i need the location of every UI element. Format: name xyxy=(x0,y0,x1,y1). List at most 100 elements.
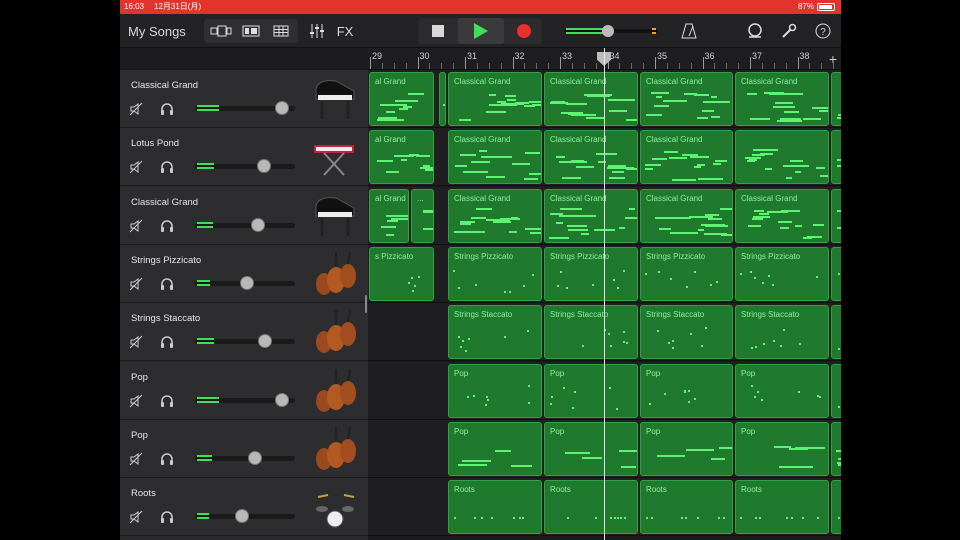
music-region[interactable]: Classical Grand xyxy=(448,72,542,126)
music-region[interactable] xyxy=(439,72,446,126)
track-header[interactable]: Classical Grand xyxy=(120,186,368,245)
cello-icon[interactable] xyxy=(310,308,360,356)
music-region[interactable]: Strings Staccato xyxy=(544,305,638,360)
my-songs-button[interactable]: My Songs xyxy=(128,14,186,48)
drum-kit-icon[interactable] xyxy=(310,483,360,531)
volume-knob[interactable] xyxy=(251,217,266,232)
track-header[interactable]: Pop xyxy=(120,419,368,478)
music-region[interactable]: Pop xyxy=(544,421,638,476)
mixer-icon[interactable] xyxy=(304,14,330,48)
music-region[interactable]: s Pizzicato xyxy=(369,246,434,301)
volume-knob[interactable] xyxy=(235,509,249,524)
music-region[interactable]: Strings Pizzicato xyxy=(735,246,829,301)
music-region[interactable]: Roots xyxy=(640,480,733,535)
add-section-button[interactable]: + xyxy=(829,51,837,67)
help-icon[interactable]: ? xyxy=(810,14,836,48)
master-volume-slider[interactable] xyxy=(564,14,664,48)
volume-knob[interactable] xyxy=(274,101,289,115)
music-region[interactable]: Strings Staccato xyxy=(640,305,733,360)
music-region[interactable]: Classical Grand xyxy=(735,188,829,243)
music-region[interactable]: Pop xyxy=(735,363,829,418)
music-region[interactable]: Classical Grand xyxy=(448,188,542,243)
music-region[interactable] xyxy=(831,246,841,301)
track-header[interactable]: Lotus Pond xyxy=(120,128,368,187)
mute-speaker-icon[interactable] xyxy=(129,335,143,349)
track-volume-slider[interactable] xyxy=(195,217,295,232)
volume-knob[interactable] xyxy=(257,334,272,349)
music-region[interactable]: Roots xyxy=(448,480,542,535)
music-region[interactable]: Classical Grand xyxy=(544,188,638,243)
music-region[interactable]: Pop xyxy=(544,363,638,418)
metronome-icon[interactable] xyxy=(676,14,702,48)
solo-headphones-icon[interactable] xyxy=(160,394,174,408)
cello-icon[interactable] xyxy=(310,367,360,415)
grid-view-icon[interactable] xyxy=(268,14,294,48)
music-region[interactable]: Strings Staccato xyxy=(735,305,829,360)
volume-knob[interactable] xyxy=(247,450,262,465)
mute-speaker-icon[interactable] xyxy=(129,510,143,524)
mute-speaker-icon[interactable] xyxy=(129,102,143,116)
play-button[interactable] xyxy=(458,18,504,44)
music-region[interactable]: ... xyxy=(411,188,434,243)
stop-button[interactable] xyxy=(424,14,452,48)
settings-wrench-icon[interactable] xyxy=(776,14,802,48)
track-header[interactable]: Classical Grand xyxy=(120,70,368,128)
record-button[interactable] xyxy=(510,14,538,48)
music-region[interactable]: Pop xyxy=(448,363,542,418)
volume-knob[interactable] xyxy=(256,159,271,174)
track-volume-slider[interactable] xyxy=(195,101,295,115)
mute-speaker-icon[interactable] xyxy=(129,452,143,466)
mute-speaker-icon[interactable] xyxy=(129,394,143,408)
mute-speaker-icon[interactable] xyxy=(129,219,143,233)
track-volume-slider[interactable] xyxy=(195,275,295,290)
volume-knob[interactable] xyxy=(274,392,289,407)
music-region[interactable] xyxy=(831,363,841,418)
track-header[interactable]: Strings Staccato xyxy=(120,303,368,362)
grand-piano-icon[interactable] xyxy=(310,192,360,240)
browser-view-icon[interactable] xyxy=(208,14,234,48)
solo-headphones-icon[interactable] xyxy=(160,102,174,116)
music-region[interactable] xyxy=(831,188,841,243)
track-header[interactable]: Pop xyxy=(120,361,368,420)
track-volume-slider[interactable] xyxy=(195,392,295,407)
music-region[interactable]: Classical Grand xyxy=(448,130,542,185)
panel-resize-handle[interactable] xyxy=(365,295,367,313)
music-region[interactable] xyxy=(831,130,841,185)
music-region[interactable]: Pop xyxy=(735,421,829,476)
music-region[interactable]: Classical Grand xyxy=(544,72,638,126)
cello-icon[interactable] xyxy=(310,250,360,298)
music-region[interactable] xyxy=(831,421,841,476)
solo-headphones-icon[interactable] xyxy=(160,335,174,349)
track-volume-slider[interactable] xyxy=(195,450,295,465)
music-region[interactable]: Roots xyxy=(735,480,829,535)
music-region[interactable]: Strings Pizzicato xyxy=(544,246,638,301)
solo-headphones-icon[interactable] xyxy=(160,277,174,291)
track-volume-slider[interactable] xyxy=(195,334,295,349)
track-volume-slider[interactable] xyxy=(195,509,295,524)
music-region[interactable]: Classical Grand xyxy=(640,72,733,126)
music-region[interactable]: Strings Staccato xyxy=(448,305,542,360)
music-region[interactable] xyxy=(831,480,841,535)
music-region[interactable]: Classical Grand xyxy=(735,72,829,126)
music-region[interactable]: al Grand xyxy=(369,130,434,185)
cello-icon[interactable] xyxy=(310,425,360,473)
track-volume-slider[interactable] xyxy=(195,159,295,174)
synth-keyboard-icon[interactable] xyxy=(310,133,360,181)
music-region[interactable]: Classical Grand xyxy=(640,130,733,185)
track-header[interactable]: Strings Pizzicato xyxy=(120,244,368,303)
loop-browser-icon[interactable] xyxy=(742,14,768,48)
music-region[interactable]: al Grand xyxy=(369,72,434,126)
music-region[interactable]: Pop xyxy=(448,421,542,476)
music-region[interactable]: Strings Pizzicato xyxy=(640,246,733,301)
mute-speaker-icon[interactable] xyxy=(129,160,143,174)
music-region[interactable]: al Grand xyxy=(369,188,409,243)
music-region[interactable]: Roots xyxy=(544,480,638,535)
grand-piano-icon[interactable] xyxy=(310,75,360,123)
mute-speaker-icon[interactable] xyxy=(129,277,143,291)
solo-headphones-icon[interactable] xyxy=(160,160,174,174)
volume-knob[interactable] xyxy=(240,275,255,290)
music-region[interactable]: Pop xyxy=(640,363,733,418)
music-region[interactable]: Strings Pizzicato xyxy=(448,246,542,301)
track-header[interactable]: Roots xyxy=(120,478,368,537)
solo-headphones-icon[interactable] xyxy=(160,452,174,466)
